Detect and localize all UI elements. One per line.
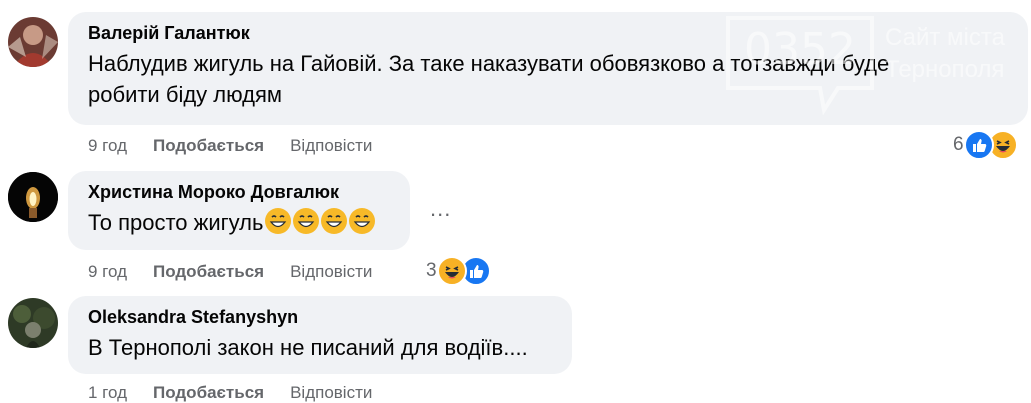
grin-emoji-icon [321,208,348,234]
comment-meta: 9 год Подобається Відповісти [88,136,398,156]
comment-meta: 1 год Подобається Відповісти [88,383,398,403]
comment-time[interactable]: 1 год [88,383,127,403]
grin-emoji-icon [265,208,292,234]
reply-button[interactable]: Відповісти [290,136,372,156]
grin-emoji-icon [349,208,376,234]
comment-bubble: Христина Мороко Довгалюк То просто жигул… [68,171,410,250]
watermark-line1: Сайт міста [885,24,1005,51]
like-button[interactable]: Подобається [153,136,264,156]
grin-emoji-icon [293,208,320,234]
comment-time[interactable]: 9 год [88,136,127,156]
site-watermark: 0352 Сайт міста Тернополя [720,10,1030,120]
watermark-line2: Тернополя [885,56,1005,83]
comment-text-content: То просто жигуль [88,210,264,235]
comment-meta: 9 год Подобається Відповісти [88,262,398,282]
haha-icon [436,256,467,286]
watermark-number: 0352 [744,24,856,75]
comment-text: В Тернополі закон не писаний для водіїв.… [88,335,528,360]
comment-text: То просто жигуль [88,207,410,238]
reaction-summary[interactable]: 6 [953,130,1018,160]
comment-bubble: Oleksandra Stefanyshyn В Тернополі закон… [68,296,572,374]
avatar[interactable] [8,298,58,348]
reaction-count: 3 [426,260,437,281]
more-options-icon[interactable]: ... [430,196,451,222]
like-button[interactable]: Подобається [153,383,264,403]
comment-author[interactable]: Христина Мороко Довгалюк [88,181,410,203]
reply-button[interactable]: Відповісти [290,383,372,403]
avatar[interactable] [8,172,58,222]
like-button[interactable]: Подобається [153,262,264,282]
reply-button[interactable]: Відповісти [290,262,372,282]
like-icon [963,130,994,160]
reaction-count: 6 [953,134,964,155]
avatar[interactable] [8,17,58,67]
reaction-summary[interactable]: 3 [426,256,491,286]
comment-time[interactable]: 9 год [88,262,127,282]
comment-author[interactable]: Oleksandra Stefanyshyn [88,306,572,328]
